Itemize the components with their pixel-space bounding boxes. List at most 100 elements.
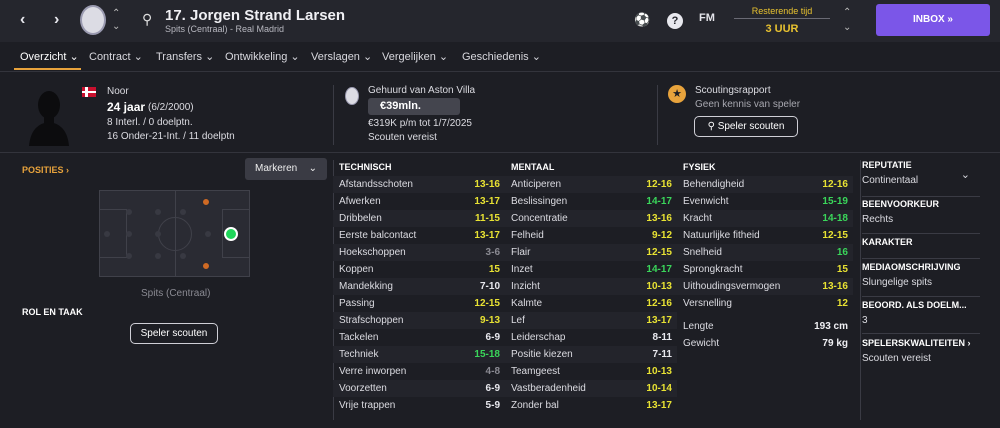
attribute-name: Flair [511, 247, 531, 258]
fm-menu-button[interactable]: FM [699, 12, 715, 24]
attribute-name: Natuurlijke fitheid [683, 230, 760, 241]
chevron-down-icon[interactable]: ⌄ [843, 22, 851, 33]
divider [657, 85, 658, 145]
chevron-down-icon[interactable]: ⌄ [961, 168, 970, 181]
market-value-badge[interactable]: €39mln. [368, 98, 460, 115]
attribute-row[interactable]: Kracht 14-18 [677, 210, 853, 227]
world-icon[interactable]: ⚽ [634, 12, 650, 28]
attribute-row[interactable]: Verre inworpen 4-8 [333, 363, 505, 380]
attribute-row[interactable]: Uithoudingsvermogen 13-16 [677, 278, 853, 295]
attribute-row[interactable]: Behendigheid 12-16 [677, 176, 853, 193]
physical-measure-row: Gewicht 79 kg [677, 335, 853, 352]
attribute-name: Tackelen [339, 332, 379, 343]
tab-verslagen[interactable]: Verslagen ⌄ [311, 50, 372, 63]
marker-dropdown[interactable]: Markeren ⌄ [245, 158, 327, 180]
attribute-row[interactable]: Leiderschap 8-11 [505, 329, 677, 346]
attribute-row[interactable]: Techniek 15-18 [333, 346, 505, 363]
attribute-row[interactable]: Flair 12-15 [505, 244, 677, 261]
attribute-value: 15 [488, 264, 500, 275]
attribute-row[interactable]: Teamgeest 10-13 [505, 363, 677, 380]
player-name: 17. Jorgen Strand Larsen [165, 7, 346, 24]
attribute-value: 9-13 [479, 315, 500, 326]
scouts-required: Scouten vereist [368, 132, 437, 143]
attribute-row[interactable]: Kalmte 12-16 [505, 295, 677, 312]
attribute-row[interactable]: Tackelen 6-9 [333, 329, 505, 346]
attribute-row[interactable]: Versnelling 12 [677, 295, 853, 312]
tab-overzicht[interactable]: Overzicht ⌄ [20, 50, 79, 63]
chevron-up-icon[interactable]: ⌃ [843, 7, 851, 18]
attribute-value: 12-15 [474, 298, 500, 309]
attribute-row[interactable]: Felheid 9-12 [505, 227, 677, 244]
measure-value: 79 kg [822, 338, 848, 349]
attribute-value: 15-18 [474, 349, 500, 360]
physical-title: FYSIEK [683, 162, 716, 172]
attribute-row[interactable]: Lef 13-17 [505, 312, 677, 329]
attribute-row[interactable]: Vrije trappen 5-9 [333, 397, 505, 414]
reputation-block[interactable]: REPUTATIE Continentaal ⌄ [862, 160, 980, 197]
forward-arrow-icon[interactable]: › [54, 11, 59, 29]
attribute-row[interactable]: Eerste balcontact 13-17 [333, 227, 505, 244]
loan-title: Gehuurd van Aston Villa [368, 85, 476, 96]
role-label: ROL EN TAAK [22, 307, 83, 317]
active-tab-indicator [14, 68, 81, 70]
attribute-row[interactable]: Passing 12-15 [333, 295, 505, 312]
positions-link[interactable]: POSITIES › [22, 165, 69, 175]
attribute-name: Evenwicht [683, 196, 729, 207]
date-of-birth: (6/2/2000) [148, 102, 194, 113]
qualities-block[interactable]: SPELERSKWALITEITEN › Scouten vereist [862, 338, 980, 374]
help-icon[interactable]: ? [667, 12, 683, 29]
attribute-row[interactable]: Hoekschoppen 3-6 [333, 244, 505, 261]
attribute-row[interactable]: Afstandsschoten 13-16 [333, 176, 505, 193]
u21-caps: 16 Onder-21-Int. / 11 doelptn [107, 131, 235, 142]
attribute-row[interactable]: Sprongkracht 15 [677, 261, 853, 278]
tab-contract[interactable]: Contract ⌄ [89, 50, 143, 63]
media-title: MEDIAOMSCHRIJVING [862, 262, 961, 272]
attribute-row[interactable]: Voorzetten 6-9 [333, 380, 505, 397]
position-dot-primary [224, 227, 238, 241]
attribute-name: Dribbelen [339, 213, 382, 224]
attribute-row[interactable]: Afwerken 13-17 [333, 193, 505, 210]
scout-player-button-2[interactable]: Speler scouten [130, 323, 218, 344]
attribute-value: 12 [836, 298, 848, 309]
physical-measure-row: Lengte 193 cm [677, 318, 853, 335]
attribute-value: 6-9 [485, 332, 500, 343]
attribute-row[interactable]: Natuurlijke fitheid 12-15 [677, 227, 853, 244]
measure-value: 193 cm [814, 321, 848, 332]
attribute-row[interactable]: Zonder bal 13-17 [505, 397, 677, 414]
attribute-row[interactable]: Beslissingen 14-17 [505, 193, 677, 210]
attribute-value: 14-18 [822, 213, 848, 224]
back-arrow-icon[interactable]: ‹ [20, 11, 25, 29]
attribute-name: Zonder bal [511, 400, 559, 411]
tab-ontwikkeling[interactable]: Ontwikkeling ⌄ [225, 50, 300, 63]
attribute-row[interactable]: Inzet 14-17 [505, 261, 677, 278]
attribute-row[interactable]: Mandekking 7-10 [333, 278, 505, 295]
divider [860, 160, 861, 420]
search-icon: ⚲ [707, 121, 718, 132]
attribute-row[interactable]: Inzicht 10-13 [505, 278, 677, 295]
attribute-row[interactable]: Positie kiezen 7-11 [505, 346, 677, 363]
scout-player-button[interactable]: ⚲ Speler scouten [694, 116, 798, 137]
attribute-row[interactable]: Evenwicht 15-19 [677, 193, 853, 210]
attribute-name: Snelheid [683, 247, 722, 258]
attribute-row[interactable]: Dribbelen 11-15 [333, 210, 505, 227]
qualities-title[interactable]: SPELERSKWALITEITEN › [862, 338, 980, 348]
attribute-value: 13-17 [646, 400, 672, 411]
attribute-value: 15-19 [822, 196, 848, 207]
tab-vergelijken[interactable]: Vergelijken ⌄ [382, 50, 448, 63]
attribute-value: 13-16 [474, 179, 500, 190]
inbox-button[interactable]: INBOX » [876, 4, 990, 36]
search-icon[interactable]: ⚲ [142, 11, 152, 28]
attribute-row[interactable]: Koppen 15 [333, 261, 505, 278]
player-switch-icon[interactable]: ⌃ ⌄ [112, 7, 120, 33]
foot-block: BEENVOORKEUR Rechts [862, 199, 980, 234]
tab-transfers[interactable]: Transfers ⌄ [156, 50, 214, 63]
attribute-value: 6-9 [485, 383, 500, 394]
attribute-row[interactable]: Vastberadenheid 10-14 [505, 380, 677, 397]
attribute-row[interactable]: Anticiperen 12-16 [505, 176, 677, 193]
attribute-name: Passing [339, 298, 375, 309]
attribute-name: Sprongkracht [683, 264, 743, 275]
attribute-row[interactable]: Snelheid 16 [677, 244, 853, 261]
attribute-row[interactable]: Concentratie 13-16 [505, 210, 677, 227]
tab-geschiedenis[interactable]: Geschiedenis ⌄ [462, 50, 541, 63]
attribute-row[interactable]: Strafschoppen 9-13 [333, 312, 505, 329]
